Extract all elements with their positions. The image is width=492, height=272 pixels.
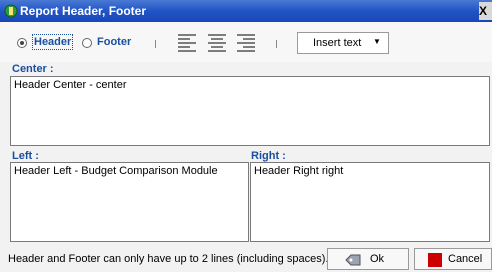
app-icon xyxy=(4,4,18,18)
ok-check-icon xyxy=(345,254,361,266)
right-label: Right : xyxy=(251,150,286,162)
footer-radio[interactable] xyxy=(82,38,92,48)
center-text: Header Center - center xyxy=(14,79,127,91)
ok-button[interactable]: Ok xyxy=(327,248,409,270)
left-textarea[interactable]: Header Left - Budget Comparison Module xyxy=(10,162,249,242)
cancel-label: Cancel xyxy=(448,253,483,265)
title-bar: Report Header, Footer X xyxy=(0,0,492,22)
caret-down-icon: ▼ xyxy=(373,37,381,46)
align-left-icon[interactable] xyxy=(177,32,197,52)
footer-radio-label[interactable]: Footer xyxy=(97,36,131,48)
close-button[interactable]: X xyxy=(479,2,492,20)
toolbar: Header Footer Insert text ▼ xyxy=(0,22,492,62)
insert-text-dropdown[interactable]: Insert text ▼ xyxy=(297,32,389,54)
right-textarea[interactable]: Header Right right xyxy=(250,162,490,242)
center-textarea[interactable]: Header Center - center xyxy=(10,76,490,146)
ok-label: Ok xyxy=(370,253,385,265)
report-header-footer-dialog: Report Header, Footer X Header Footer In… xyxy=(0,0,492,272)
cancel-button[interactable]: Cancel xyxy=(414,248,492,270)
insert-text-label: Insert text xyxy=(313,37,362,49)
footer-bar: Header and Footer can only have up to 2 … xyxy=(0,243,492,272)
align-center-icon[interactable] xyxy=(207,32,227,52)
separator xyxy=(155,40,156,48)
cancel-stop-icon xyxy=(428,253,442,267)
left-text: Header Left - Budget Comparison Module xyxy=(14,165,218,177)
center-label: Center : xyxy=(12,63,54,75)
header-radio-label[interactable]: Header xyxy=(31,34,74,50)
window-title: Report Header, Footer xyxy=(20,4,147,18)
footer-note: Header and Footer can only have up to 2 … xyxy=(8,253,329,265)
align-right-icon[interactable] xyxy=(236,32,256,52)
header-radio[interactable] xyxy=(17,38,27,48)
left-label: Left : xyxy=(12,150,39,162)
close-icon: X xyxy=(479,4,488,18)
separator xyxy=(276,40,277,48)
right-text: Header Right right xyxy=(254,165,344,177)
